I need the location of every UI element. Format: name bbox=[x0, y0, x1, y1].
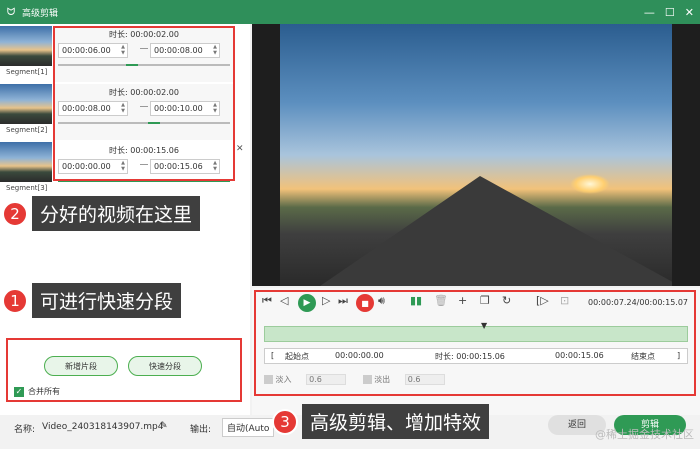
crop-icon[interactable]: ⊡ bbox=[560, 294, 569, 307]
play-button[interactable]: ▶ bbox=[298, 294, 316, 312]
check-icon: ✓ bbox=[14, 386, 24, 397]
callout-number: 1 bbox=[2, 287, 28, 314]
watermark: @稀土掘金技术社区 bbox=[595, 428, 694, 441]
callout-text: 分好的视频在这里 bbox=[32, 196, 201, 231]
delete-segment-icon[interactable]: ✕ bbox=[236, 144, 244, 154]
fade-out-checkbox[interactable] bbox=[362, 375, 372, 384]
new-segment-button[interactable]: 新增片段 bbox=[44, 356, 118, 376]
video-thumbnail-image bbox=[0, 26, 52, 66]
file-name: Video_240318143907.mp4 bbox=[42, 422, 164, 432]
start-point-label[interactable]: 起始点 bbox=[285, 351, 309, 362]
segment-label: Segment[3] bbox=[6, 184, 48, 192]
close-button[interactable]: ✕ bbox=[685, 6, 694, 19]
start-bracket-icon[interactable]: [ bbox=[271, 351, 274, 360]
video-thumbnail-image bbox=[0, 84, 52, 124]
rabbit-logo-icon: ᗢ bbox=[6, 6, 16, 18]
title-bar: ᗢ 高级剪辑 — ☐ ✕ bbox=[0, 0, 700, 24]
cut-range-row: [ 起始点 00:00:00.00 时长: 00:00:15.06 00:00:… bbox=[264, 348, 688, 364]
fade-in-checkbox[interactable] bbox=[264, 375, 273, 384]
segments-highlight-box bbox=[53, 26, 235, 181]
step-forward-icon[interactable]: ▷ bbox=[322, 294, 330, 307]
trash-icon[interactable]: 🗑︎ bbox=[434, 294, 448, 307]
start-time-input[interactable]: 00:00:00.00 bbox=[335, 351, 384, 360]
callout-number: 3 bbox=[272, 408, 298, 435]
output-label: 输出: bbox=[190, 425, 212, 435]
timeline-track[interactable]: ▼ bbox=[264, 321, 688, 342]
segment-thumbnail[interactable]: Segment[3] bbox=[0, 142, 52, 199]
video-preview[interactable] bbox=[252, 24, 700, 286]
name-label: 名称: bbox=[14, 425, 36, 435]
add-icon[interactable]: + bbox=[458, 294, 467, 307]
segment-label: Segment[1] bbox=[6, 68, 48, 76]
video-thumbnail-image bbox=[0, 142, 52, 182]
fade-row: 淡入 0.6 淡出 0.6 bbox=[264, 374, 445, 385]
end-point-label[interactable]: 结束点 bbox=[631, 351, 655, 362]
video-frame-image bbox=[280, 24, 672, 286]
road-shape bbox=[320, 176, 672, 286]
playback-time: 00:00:07.24/00:00:15.07 bbox=[588, 298, 688, 307]
volume-icon[interactable]: 🔊︎ bbox=[378, 294, 385, 308]
fade-out-label: 淡出 bbox=[374, 375, 391, 384]
segment-thumbnail[interactable]: Segment[2] bbox=[0, 84, 52, 141]
quick-split-button[interactable]: 快速分段 bbox=[128, 356, 202, 376]
maximize-button[interactable]: ☐ bbox=[665, 6, 675, 19]
step-back-icon[interactable]: ◁ bbox=[280, 294, 288, 307]
window-title: 高级剪辑 bbox=[22, 8, 59, 19]
stop-button[interactable]: ■ bbox=[356, 294, 374, 312]
fade-out-input[interactable]: 0.6 bbox=[404, 374, 445, 385]
playhead-icon[interactable]: ▼ bbox=[481, 321, 487, 330]
reset-icon[interactable]: ↻ bbox=[502, 294, 511, 307]
segment-thumbnail[interactable]: Segment[1] bbox=[0, 26, 52, 83]
copy-icon[interactable]: ❐ bbox=[480, 294, 490, 307]
end-time-input[interactable]: 00:00:15.06 bbox=[555, 351, 604, 360]
callout-3: 3 高级剪辑、增加特效 bbox=[272, 404, 490, 439]
output-select[interactable]: 自动(Auto bbox=[222, 418, 275, 437]
edit-name-icon[interactable]: ✎ bbox=[160, 421, 168, 431]
merge-all-checkbox[interactable]: ✓ 合并所有 bbox=[14, 386, 60, 397]
callout-1: 1 可进行快速分段 bbox=[2, 283, 182, 318]
skip-start-icon[interactable]: ⏮ bbox=[262, 294, 272, 308]
callout-text: 高级剪辑、增加特效 bbox=[302, 404, 490, 439]
fade-in-label: 淡入 bbox=[275, 375, 292, 384]
fade-in-input[interactable]: 0.6 bbox=[306, 374, 347, 385]
merge-all-label: 合并所有 bbox=[28, 387, 60, 396]
skip-end-icon[interactable]: ⏭ bbox=[338, 294, 348, 308]
segment-label: Segment[2] bbox=[6, 126, 48, 134]
minimize-button[interactable]: — bbox=[644, 6, 655, 19]
end-bracket-icon[interactable]: ] bbox=[677, 351, 680, 360]
mark-in-icon[interactable]: [▷ bbox=[536, 294, 549, 307]
split-icon[interactable]: ▮▮ bbox=[410, 294, 422, 307]
duration-label: 时长: 00:00:15.06 bbox=[435, 352, 505, 361]
callout-2: 2 分好的视频在这里 bbox=[2, 196, 201, 231]
callout-number: 2 bbox=[2, 200, 28, 227]
callout-text: 可进行快速分段 bbox=[32, 283, 182, 318]
player-controls: ⏮ ◁ ▶ ▷ ⏭ ■ 🔊︎ ▮▮ 🗑︎ + ❐ ↻ [▷ ⊡ 00:00:07… bbox=[252, 288, 700, 415]
